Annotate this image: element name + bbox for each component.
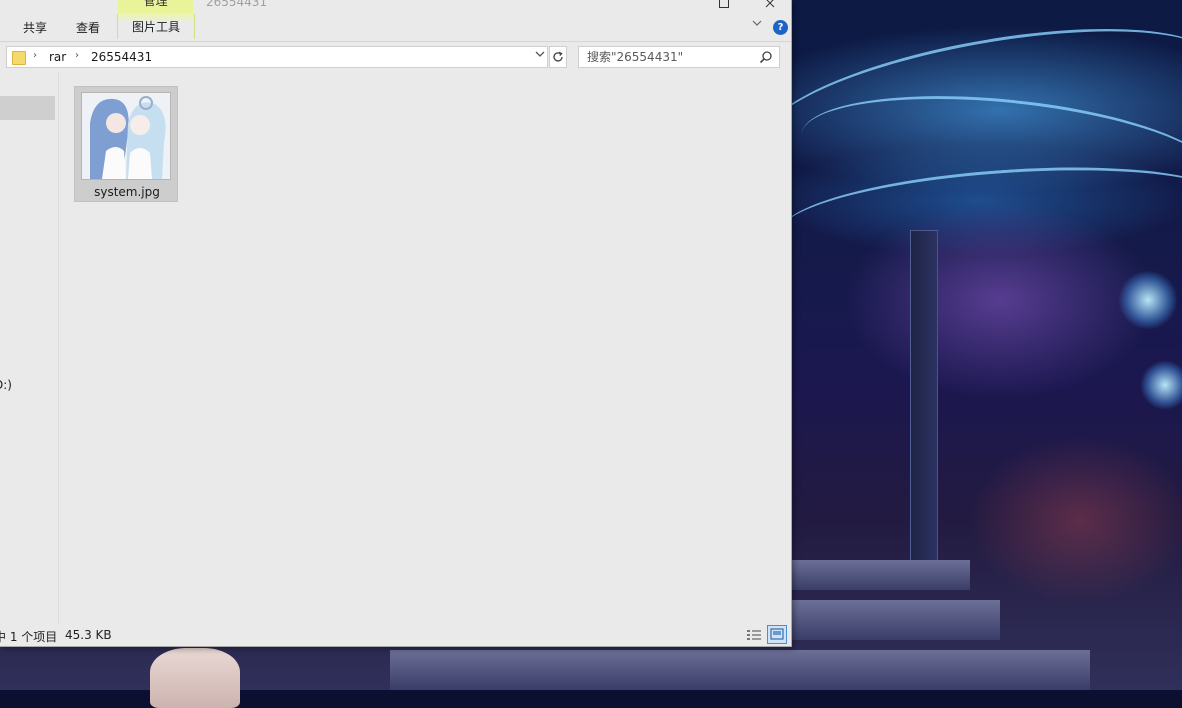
file-thumbnail bbox=[81, 92, 171, 180]
close-button[interactable] bbox=[760, 0, 780, 10]
ribbon: 共享 查看 图片工具 ? bbox=[0, 14, 791, 42]
wallpaper-stairs bbox=[390, 650, 1090, 690]
wallpaper-glow bbox=[1140, 360, 1182, 410]
breadcrumb-separator[interactable]: › bbox=[33, 50, 37, 61]
anime-image-thumbnail bbox=[82, 93, 170, 179]
maximize-button[interactable] bbox=[714, 0, 734, 10]
wallpaper-stairs bbox=[790, 560, 970, 590]
status-bar: 中 1 个项目 45.3 KB bbox=[0, 624, 791, 646]
file-explorer-window: 管理 26554431 共享 查看 图片工具 ? › rar › 2655443… bbox=[0, 0, 792, 647]
folder-icon bbox=[12, 51, 26, 65]
navigation-pane: D:) ) bbox=[0, 72, 59, 624]
tab-picture-tools[interactable]: 图片工具 bbox=[117, 14, 195, 39]
address-bar[interactable]: › rar › 26554431 bbox=[6, 46, 548, 68]
details-view-button[interactable] bbox=[744, 626, 764, 644]
status-selected-size: 45.3 KB bbox=[65, 628, 112, 642]
tab-view[interactable]: 查看 bbox=[76, 18, 100, 38]
breadcrumb-rar[interactable]: rar bbox=[49, 50, 66, 64]
help-icon[interactable]: ? bbox=[773, 20, 788, 35]
wallpaper-stairs bbox=[790, 600, 1000, 640]
breadcrumb-separator[interactable]: › bbox=[75, 50, 79, 61]
close-icon bbox=[765, 0, 775, 8]
address-history-dropdown[interactable] bbox=[535, 50, 545, 61]
refresh-icon bbox=[553, 51, 563, 62]
title-bar: 管理 26554431 bbox=[0, 0, 791, 14]
file-name[interactable]: system.jpg bbox=[75, 185, 179, 199]
search-icon[interactable] bbox=[759, 50, 773, 64]
context-tab-manage[interactable]: 管理 bbox=[118, 0, 193, 13]
details-view-icon bbox=[747, 630, 761, 640]
refresh-button[interactable] bbox=[549, 46, 567, 68]
search-box[interactable] bbox=[578, 46, 780, 68]
ribbon-expand-button[interactable] bbox=[752, 19, 762, 30]
wallpaper-pillar bbox=[910, 230, 938, 562]
nav-item-drive-d[interactable]: D:) bbox=[0, 378, 12, 392]
window-title: 26554431 bbox=[206, 0, 268, 9]
chevron-down-icon bbox=[535, 51, 545, 57]
status-item-count: 中 1 个项目 bbox=[0, 630, 58, 644]
wallpaper-streak bbox=[777, 154, 1182, 279]
chevron-down-icon bbox=[752, 20, 762, 26]
wallpaper-glow bbox=[1118, 270, 1178, 330]
thumbnail-view-icon bbox=[770, 628, 784, 640]
large-icons-view-button[interactable] bbox=[767, 625, 787, 644]
file-item[interactable]: system.jpg bbox=[74, 86, 178, 202]
nav-selected-item[interactable] bbox=[0, 96, 55, 120]
file-list: system.jpg bbox=[59, 72, 791, 624]
wallpaper-figure bbox=[150, 648, 240, 708]
breadcrumb-current-folder[interactable]: 26554431 bbox=[91, 50, 152, 64]
tab-share[interactable]: 共享 bbox=[23, 18, 47, 38]
maximize-icon bbox=[719, 0, 729, 8]
search-input[interactable] bbox=[579, 47, 763, 67]
